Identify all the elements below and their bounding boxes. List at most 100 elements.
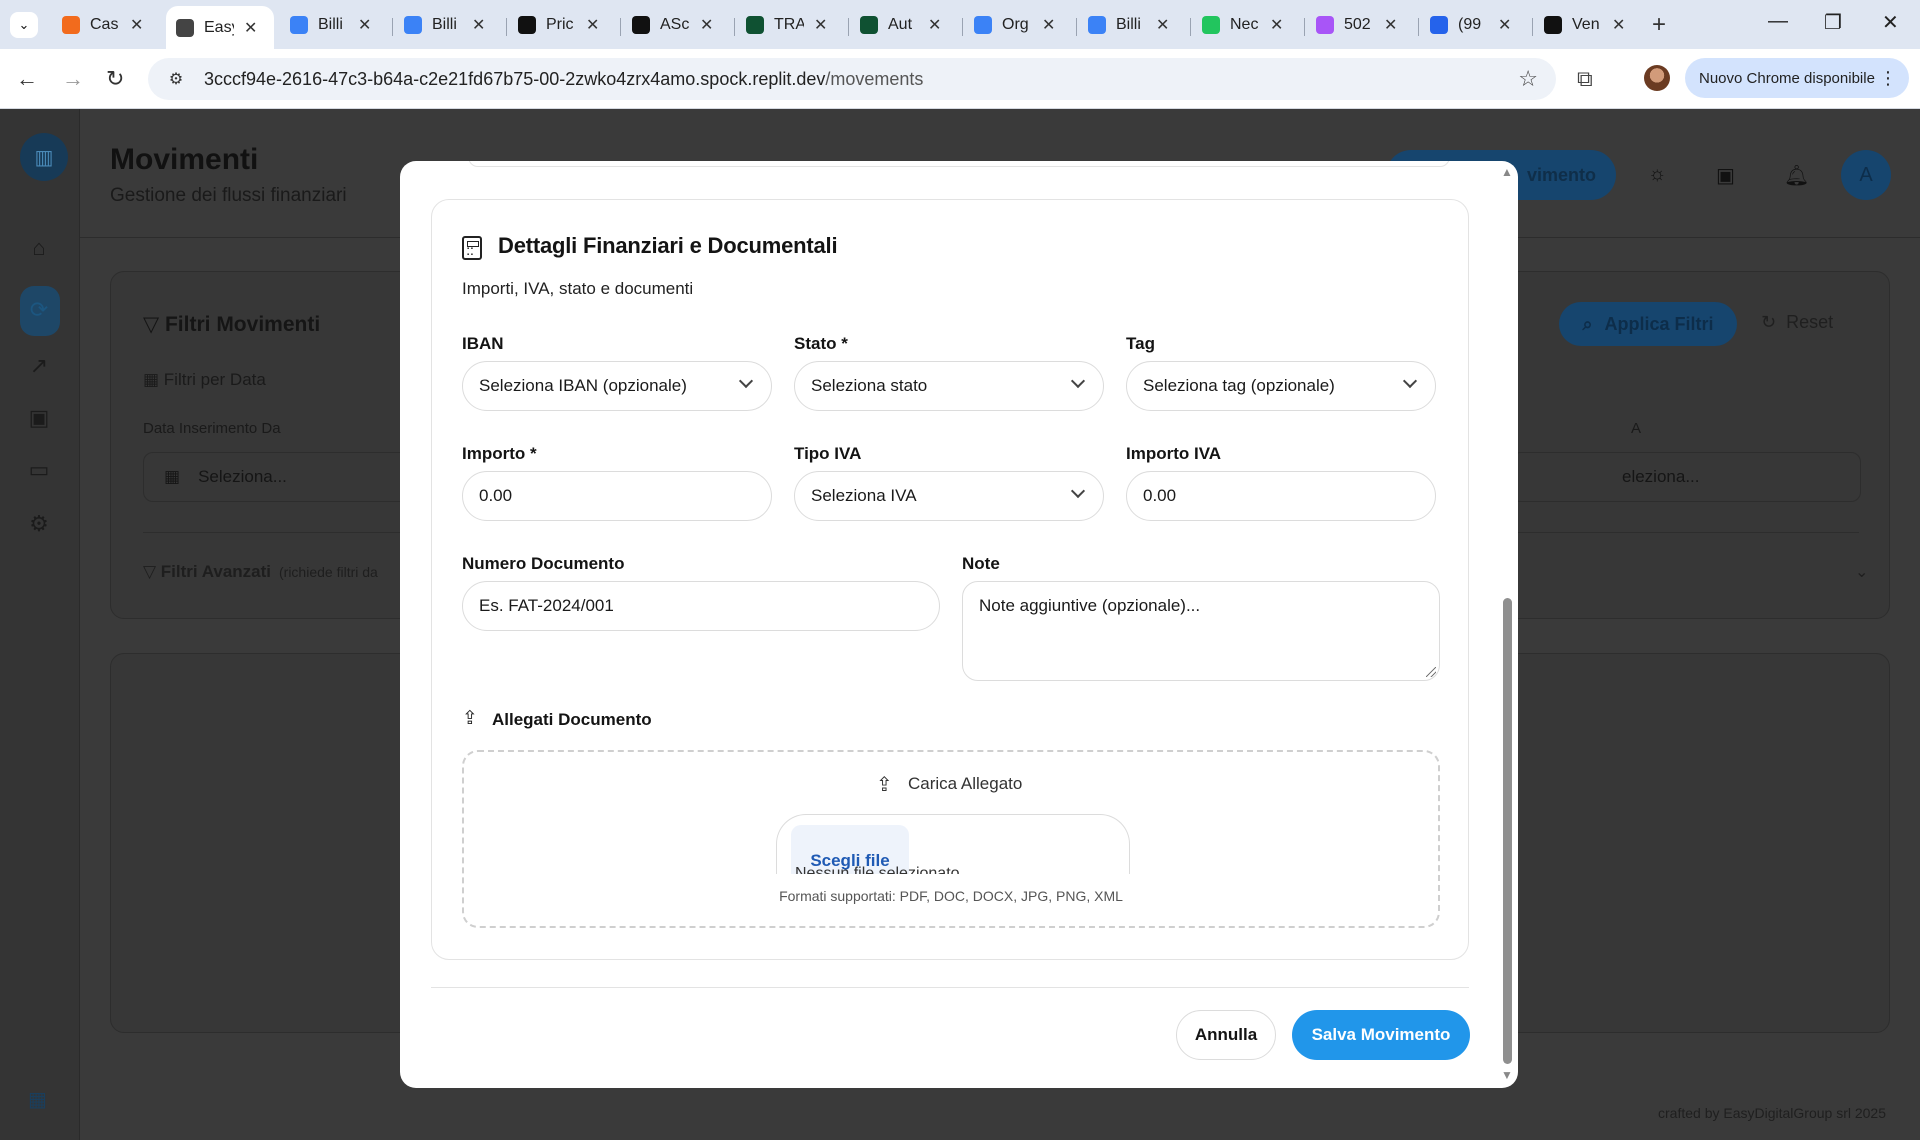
scroll-down-arrow-icon[interactable]: ▼ [1501, 1068, 1513, 1082]
theme-sun-icon[interactable]: ☼ [1648, 163, 1666, 186]
tab-close-icon[interactable]: ✕ [1042, 15, 1055, 35]
tab-close-icon[interactable]: ✕ [1384, 15, 1397, 35]
address-bar[interactable]: ⚙ 3cccf94e-2616-47c3-b64a-c2e21fd67b75-0… [148, 58, 1556, 100]
profile-avatar[interactable] [1644, 65, 1670, 91]
new-tab-button[interactable]: + [1652, 11, 1666, 39]
stato-value: Seleziona stato [811, 376, 928, 395]
movements-sync-icon[interactable]: ⟳ [26, 297, 52, 323]
search-icon: ⌕ [1582, 313, 1593, 334]
tab-close-icon[interactable]: ✕ [928, 15, 941, 35]
close-window-icon[interactable]: ✕ [1882, 10, 1899, 35]
section-title: Dettagli Finanziari e Documentali [498, 233, 838, 258]
browser-tab[interactable]: Pric ✕ [508, 8, 616, 42]
upload-icon: ⇪ [462, 708, 478, 729]
browser-tab[interactable]: Billi ✕ [280, 8, 388, 42]
apply-filters-button[interactable]: ⌕ Applica Filtri [1559, 302, 1737, 346]
tab-search-dropdown[interactable]: ⌄ [10, 12, 38, 38]
scrollbar-thumb[interactable] [1503, 598, 1512, 1064]
tab-separator [1076, 18, 1077, 36]
bot-icon[interactable]: ▣ [26, 405, 52, 431]
reset-filters-button[interactable]: ↻ Reset [1761, 312, 1833, 333]
importo-input[interactable]: 0.00 [462, 471, 772, 521]
reload-icon[interactable]: ↻ [106, 66, 124, 92]
app-logo-icon[interactable]: ▥ [20, 133, 68, 181]
home-icon[interactable]: ⌂ [26, 235, 52, 261]
iban-select[interactable]: Seleziona IBAN (opzionale) [462, 361, 772, 411]
site-info-icon[interactable]: ⚙ [158, 69, 194, 89]
tab-close-icon[interactable]: ✕ [358, 15, 371, 35]
menu-dots-icon[interactable]: ⋮ [1879, 68, 1897, 89]
tab-favicon-icon [290, 16, 308, 34]
extensions-icon[interactable]: ⧉ [1577, 66, 1593, 92]
browser-tab[interactable]: TRA ✕ [736, 8, 844, 42]
tab-close-icon[interactable]: ✕ [1612, 15, 1625, 35]
note-textarea[interactable]: Note aggiuntive (opzionale)... [962, 581, 1440, 681]
tab-separator [506, 18, 507, 36]
browser-tab[interactable]: 502 ✕ [1306, 8, 1414, 42]
browser-tab[interactable]: Easy ✕ [166, 6, 274, 49]
attachment-dropzone[interactable]: ⇪ Carica Allegato Scegli file Nessun fil… [462, 750, 1440, 928]
tab-favicon-icon [1316, 16, 1334, 34]
upload-label: Carica Allegato [908, 774, 1023, 793]
tab-close-icon[interactable]: ✕ [586, 15, 599, 35]
assistant-bot-icon[interactable]: ▣ [1716, 163, 1735, 188]
bookmark-star-icon[interactable]: ☆ [1518, 66, 1538, 92]
browser-tab[interactable]: Billi ✕ [1078, 8, 1186, 42]
settings-gear-icon[interactable]: ⚙ [26, 511, 52, 537]
tab-title: Pric [546, 16, 574, 33]
chat-icon[interactable]: ▭ [26, 457, 52, 483]
scroll-up-arrow-icon[interactable]: ▲ [1501, 165, 1513, 179]
browser-tab[interactable]: Billi ✕ [394, 8, 502, 42]
forward-icon[interactable]: → [62, 66, 84, 92]
save-movement-button[interactable]: Salva Movimento [1292, 1010, 1470, 1060]
browser-tab[interactable]: Aut ✕ [850, 8, 958, 42]
iban-value: Seleziona IBAN (opzionale) [479, 376, 687, 395]
tab-favicon-icon [632, 16, 650, 34]
tag-select[interactable]: Seleziona tag (opzionale) [1126, 361, 1436, 411]
tab-close-icon[interactable]: ✕ [814, 15, 827, 35]
tab-title: Nec [1230, 16, 1259, 33]
browser-tab[interactable]: (99 ✕ [1420, 8, 1528, 42]
tab-title: Aut [888, 16, 913, 33]
cancel-button[interactable]: Annulla [1176, 1010, 1276, 1060]
footer-credit: crafted by EasyDigitalGroup srl 2025 [1658, 1105, 1886, 1121]
tab-close-icon[interactable]: ✕ [244, 18, 257, 38]
tipo-iva-value: Seleziona IVA [811, 486, 917, 505]
file-input[interactable]: Scegli file Nessun file selezionato [776, 814, 1130, 874]
supported-formats: Formati supportati: PDF, DOC, DOCX, JPG,… [779, 888, 1123, 904]
tab-close-icon[interactable]: ✕ [1498, 15, 1511, 35]
chrome-update-button[interactable]: Nuovo Chrome disponibile ⋮ [1685, 58, 1909, 98]
browser-tab[interactable]: Ven ✕ [1534, 8, 1642, 42]
trend-icon[interactable]: ↗ [26, 353, 52, 379]
resize-handle[interactable] [1426, 667, 1436, 677]
tab-favicon-icon [176, 18, 194, 37]
tipo-iva-select[interactable]: Seleziona IVA [794, 471, 1104, 521]
tab-close-icon[interactable]: ✕ [472, 15, 485, 35]
tab-close-icon[interactable]: ✕ [1156, 15, 1169, 35]
restore-icon[interactable]: ❐ [1824, 10, 1842, 35]
tab-close-icon[interactable]: ✕ [130, 15, 143, 35]
apply-filters-label: Applica Filtri [1604, 313, 1714, 334]
date-to-input[interactable]: eleziona... [1511, 452, 1861, 502]
minimize-icon[interactable]: — [1768, 10, 1788, 33]
user-avatar[interactable]: A [1841, 150, 1891, 200]
tab-close-icon[interactable]: ✕ [1270, 15, 1283, 35]
back-icon[interactable]: ← [16, 66, 38, 92]
browser-tab[interactable]: ASc ✕ [622, 8, 730, 42]
importo-iva-input[interactable]: 0.00 [1126, 471, 1436, 521]
tab-separator [734, 18, 735, 36]
stato-select[interactable]: Seleziona stato [794, 361, 1104, 411]
browser-tab[interactable]: Cas ✕ [52, 8, 160, 42]
tab-favicon-icon [1202, 16, 1220, 34]
browser-tab[interactable]: Nec ✕ [1192, 8, 1300, 42]
calendar-icon[interactable]: ▦ [28, 1087, 47, 1112]
tab-separator [392, 18, 393, 36]
notification-bell-icon[interactable]: 🔔︎ [1784, 163, 1809, 188]
chevron-down-icon[interactable]: ⌄ [1855, 562, 1868, 582]
tab-close-icon[interactable]: ✕ [700, 15, 713, 35]
advanced-filters-toggle[interactable]: ▽ Filtri Avanzati (richiede filtri da [143, 562, 378, 582]
advanced-filters-label: Filtri Avanzati [160, 562, 271, 581]
numero-documento-input[interactable]: Es. FAT-2024/001 [462, 581, 940, 631]
tab-favicon-icon [974, 16, 992, 34]
browser-tab[interactable]: Org ✕ [964, 8, 1072, 42]
